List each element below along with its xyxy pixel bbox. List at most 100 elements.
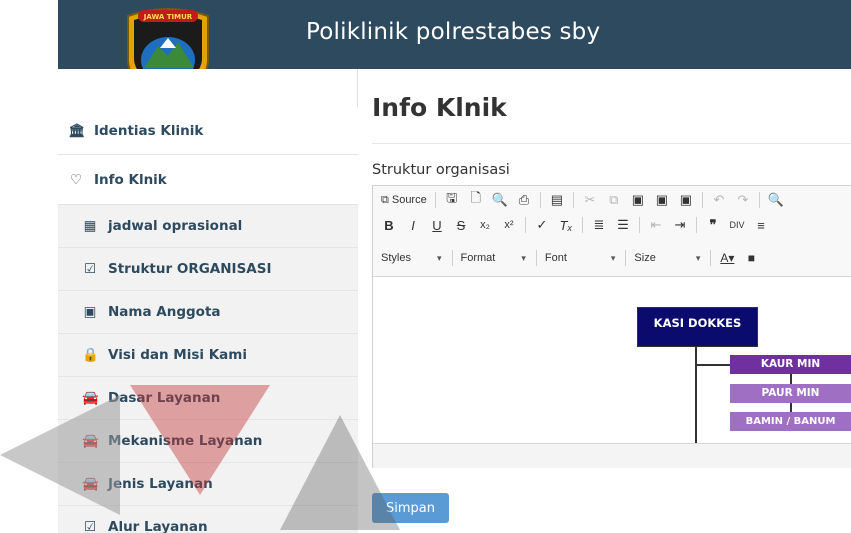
save-icon[interactable]: 🖫 xyxy=(444,190,460,210)
strike-icon[interactable]: S xyxy=(453,215,469,235)
page: Poliklinik polrestabes sby JAWA TIMUR 🏛 … xyxy=(0,0,851,533)
section-label: Struktur organisasi xyxy=(372,162,510,178)
preview-icon[interactable]: 🔍 xyxy=(492,190,508,210)
toolbar-separator xyxy=(625,250,627,266)
size-dropdown[interactable]: Size ▾ xyxy=(634,252,700,264)
org-box-bamin: BAMIN / BANUM xyxy=(730,412,851,431)
sidebar-item-label: Identias Klinik xyxy=(94,122,204,139)
sidebar-item-visi-misi[interactable]: 🔒 Visi dan Misi Kami xyxy=(58,334,358,377)
paste-icon[interactable]: ▣ xyxy=(630,190,646,210)
chevron-down-icon: ▾ xyxy=(436,252,442,263)
toolbar-separator xyxy=(572,192,574,208)
sidebar-item-label: Nama Anggota xyxy=(108,304,221,320)
sidebar-item-struktur[interactable]: ☑ Struktur ORGANISASI xyxy=(58,248,358,291)
toolbar-separator xyxy=(539,192,541,208)
rich-text-editor[interactable]: ⧉ Source 🖫 🗋 🔍 ⎙ ▤ ✂ ⧉ ▣ ▣ ▣ ↶ ↷ 🔍 B I U… xyxy=(372,185,851,468)
chevron-down-icon: ▾ xyxy=(610,252,616,263)
bulleted-list-icon[interactable]: ☰ xyxy=(615,215,631,235)
redo-icon[interactable]: ↷ xyxy=(735,190,751,210)
org-connector-small xyxy=(790,374,792,384)
styles-dropdown[interactable]: Styles ▾ xyxy=(381,252,442,264)
sidebar-item-label: Info Klnik xyxy=(94,171,167,188)
font-label: Font xyxy=(544,252,567,264)
toolbar-separator xyxy=(710,250,712,266)
sidebar-item-label: Mekanisme Layanan xyxy=(108,433,263,449)
sidebar-item-label: Dasar Layanan xyxy=(108,390,221,406)
title-divider xyxy=(372,143,851,144)
toolbar-separator xyxy=(434,192,436,208)
indent-icon[interactable]: ⇥ xyxy=(672,215,688,235)
editor-toolbar: ⧉ Source 🖫 🗋 🔍 ⎙ ▤ ✂ ⧉ ▣ ▣ ▣ ↶ ↷ 🔍 B I U… xyxy=(373,186,851,277)
car-icon: 🚘 xyxy=(82,433,99,449)
toolbar-separator xyxy=(758,192,760,208)
toolbar-separator xyxy=(701,192,703,208)
sidebar-item-jenis-layanan[interactable]: 🚘 Jenis Layanan xyxy=(58,463,358,506)
toolbar-separator xyxy=(639,217,640,233)
org-connector-horizontal xyxy=(695,364,731,366)
source-icon: ⧉ xyxy=(381,193,389,206)
save-button[interactable]: Simpan xyxy=(372,493,449,523)
div-icon[interactable]: DIV xyxy=(729,215,745,235)
new-page-icon[interactable]: 🗋 xyxy=(468,190,484,210)
org-connector-vertical xyxy=(695,347,697,443)
chevron-down-icon: ▾ xyxy=(521,252,526,263)
editor-content[interactable]: KASI DOKKES KAUR MIN PAUR MIN BAMIN / BA… xyxy=(373,277,851,443)
sidebar: 🏛 Identias Klinik ♡ Info Klnik ▦ jadwal … xyxy=(58,69,358,533)
sidebar-item-jadwal[interactable]: ▦ jadwal oprasional xyxy=(58,205,358,248)
templates-icon[interactable]: ▤ xyxy=(549,190,565,210)
sidebar-item-alur-layanan[interactable]: ☑ Alur Layanan xyxy=(58,506,358,533)
cut-icon[interactable]: ✂ xyxy=(582,190,598,210)
subscript-icon[interactable]: x₂ xyxy=(477,215,493,235)
font-dropdown[interactable]: Font ▾ xyxy=(545,252,616,264)
source-button[interactable]: ⧉ Source xyxy=(381,190,427,210)
sidebar-item-label: jadwal oprasional xyxy=(108,218,243,234)
sidebar-item-label: Alur Layanan xyxy=(108,519,208,533)
underline-icon[interactable]: U xyxy=(429,215,445,235)
id-card-icon: ▣ xyxy=(83,304,97,320)
org-connector-small xyxy=(790,403,792,412)
toolbar-row-3: Styles ▾ Format ▾ Font ▾ Size ▾ A▾ ■ xyxy=(381,247,767,269)
sidebar-item-info-klinik[interactable]: ♡ Info Klnik xyxy=(58,155,358,205)
sidebar-item-label: Visi dan Misi Kami xyxy=(108,347,247,363)
org-box-paur-min: PAUR MIN xyxy=(730,384,851,403)
bg-color-icon[interactable]: ■ xyxy=(743,248,759,268)
find-icon[interactable]: 🔍 xyxy=(768,190,784,210)
italic-icon[interactable]: I xyxy=(405,215,421,235)
copy-icon[interactable]: ⧉ xyxy=(606,190,622,210)
page-title: Info Klnik xyxy=(372,93,507,122)
undo-icon[interactable]: ↶ xyxy=(711,190,727,210)
sidebar-item-label: Struktur ORGANISASI xyxy=(108,261,272,277)
align-left-icon[interactable]: ≡ xyxy=(753,215,769,235)
car-icon: 🚘 xyxy=(82,390,99,406)
check-square-icon: ☑ xyxy=(83,519,97,533)
toolbar-separator xyxy=(696,217,697,233)
bold-icon[interactable]: B xyxy=(381,215,397,235)
toolbar-separator xyxy=(582,217,583,233)
superscript-icon[interactable]: x² xyxy=(501,215,517,235)
logo-text: JAWA TIMUR xyxy=(143,13,193,21)
styles-label: Styles xyxy=(381,252,411,264)
sidebar-item-label: Jenis Layanan xyxy=(108,476,213,492)
sidebar-item-mekanisme-layanan[interactable]: 🚘 Mekanisme Layanan xyxy=(58,420,358,463)
numbered-list-icon[interactable]: ≣ xyxy=(591,215,607,235)
calendar-icon: ▦ xyxy=(83,218,97,234)
format-dropdown[interactable]: Format ▾ xyxy=(461,252,526,264)
lightbulb-icon: ♡ xyxy=(69,171,83,188)
outdent-icon[interactable]: ⇤ xyxy=(648,215,664,235)
paste-text-icon[interactable]: ▣ xyxy=(654,190,670,210)
text-color-icon[interactable]: A▾ xyxy=(719,248,735,268)
app-title: Poliklinik polrestabes sby xyxy=(306,19,601,45)
print-icon[interactable]: ⎙ xyxy=(516,190,532,210)
paste-word-icon[interactable]: ▣ xyxy=(678,190,694,210)
size-label: Size xyxy=(634,252,656,264)
sidebar-item-nama-anggota[interactable]: ▣ Nama Anggota xyxy=(58,291,358,334)
blockquote-icon[interactable]: ❞ xyxy=(705,215,721,235)
org-box-head: KASI DOKKES xyxy=(637,307,758,347)
remove-format-icon[interactable]: Tₓ xyxy=(558,215,574,235)
car-icon: 🚘 xyxy=(82,476,99,492)
copy-format-icon[interactable]: ✓ xyxy=(534,215,550,235)
toolbar-separator xyxy=(451,250,453,266)
sidebar-item-dasar-layanan[interactable]: 🚘 Dasar Layanan xyxy=(58,377,358,420)
sidebar-item-identitas-klinik[interactable]: 🏛 Identias Klinik xyxy=(58,107,358,155)
chevron-down-icon: ▾ xyxy=(695,252,701,263)
